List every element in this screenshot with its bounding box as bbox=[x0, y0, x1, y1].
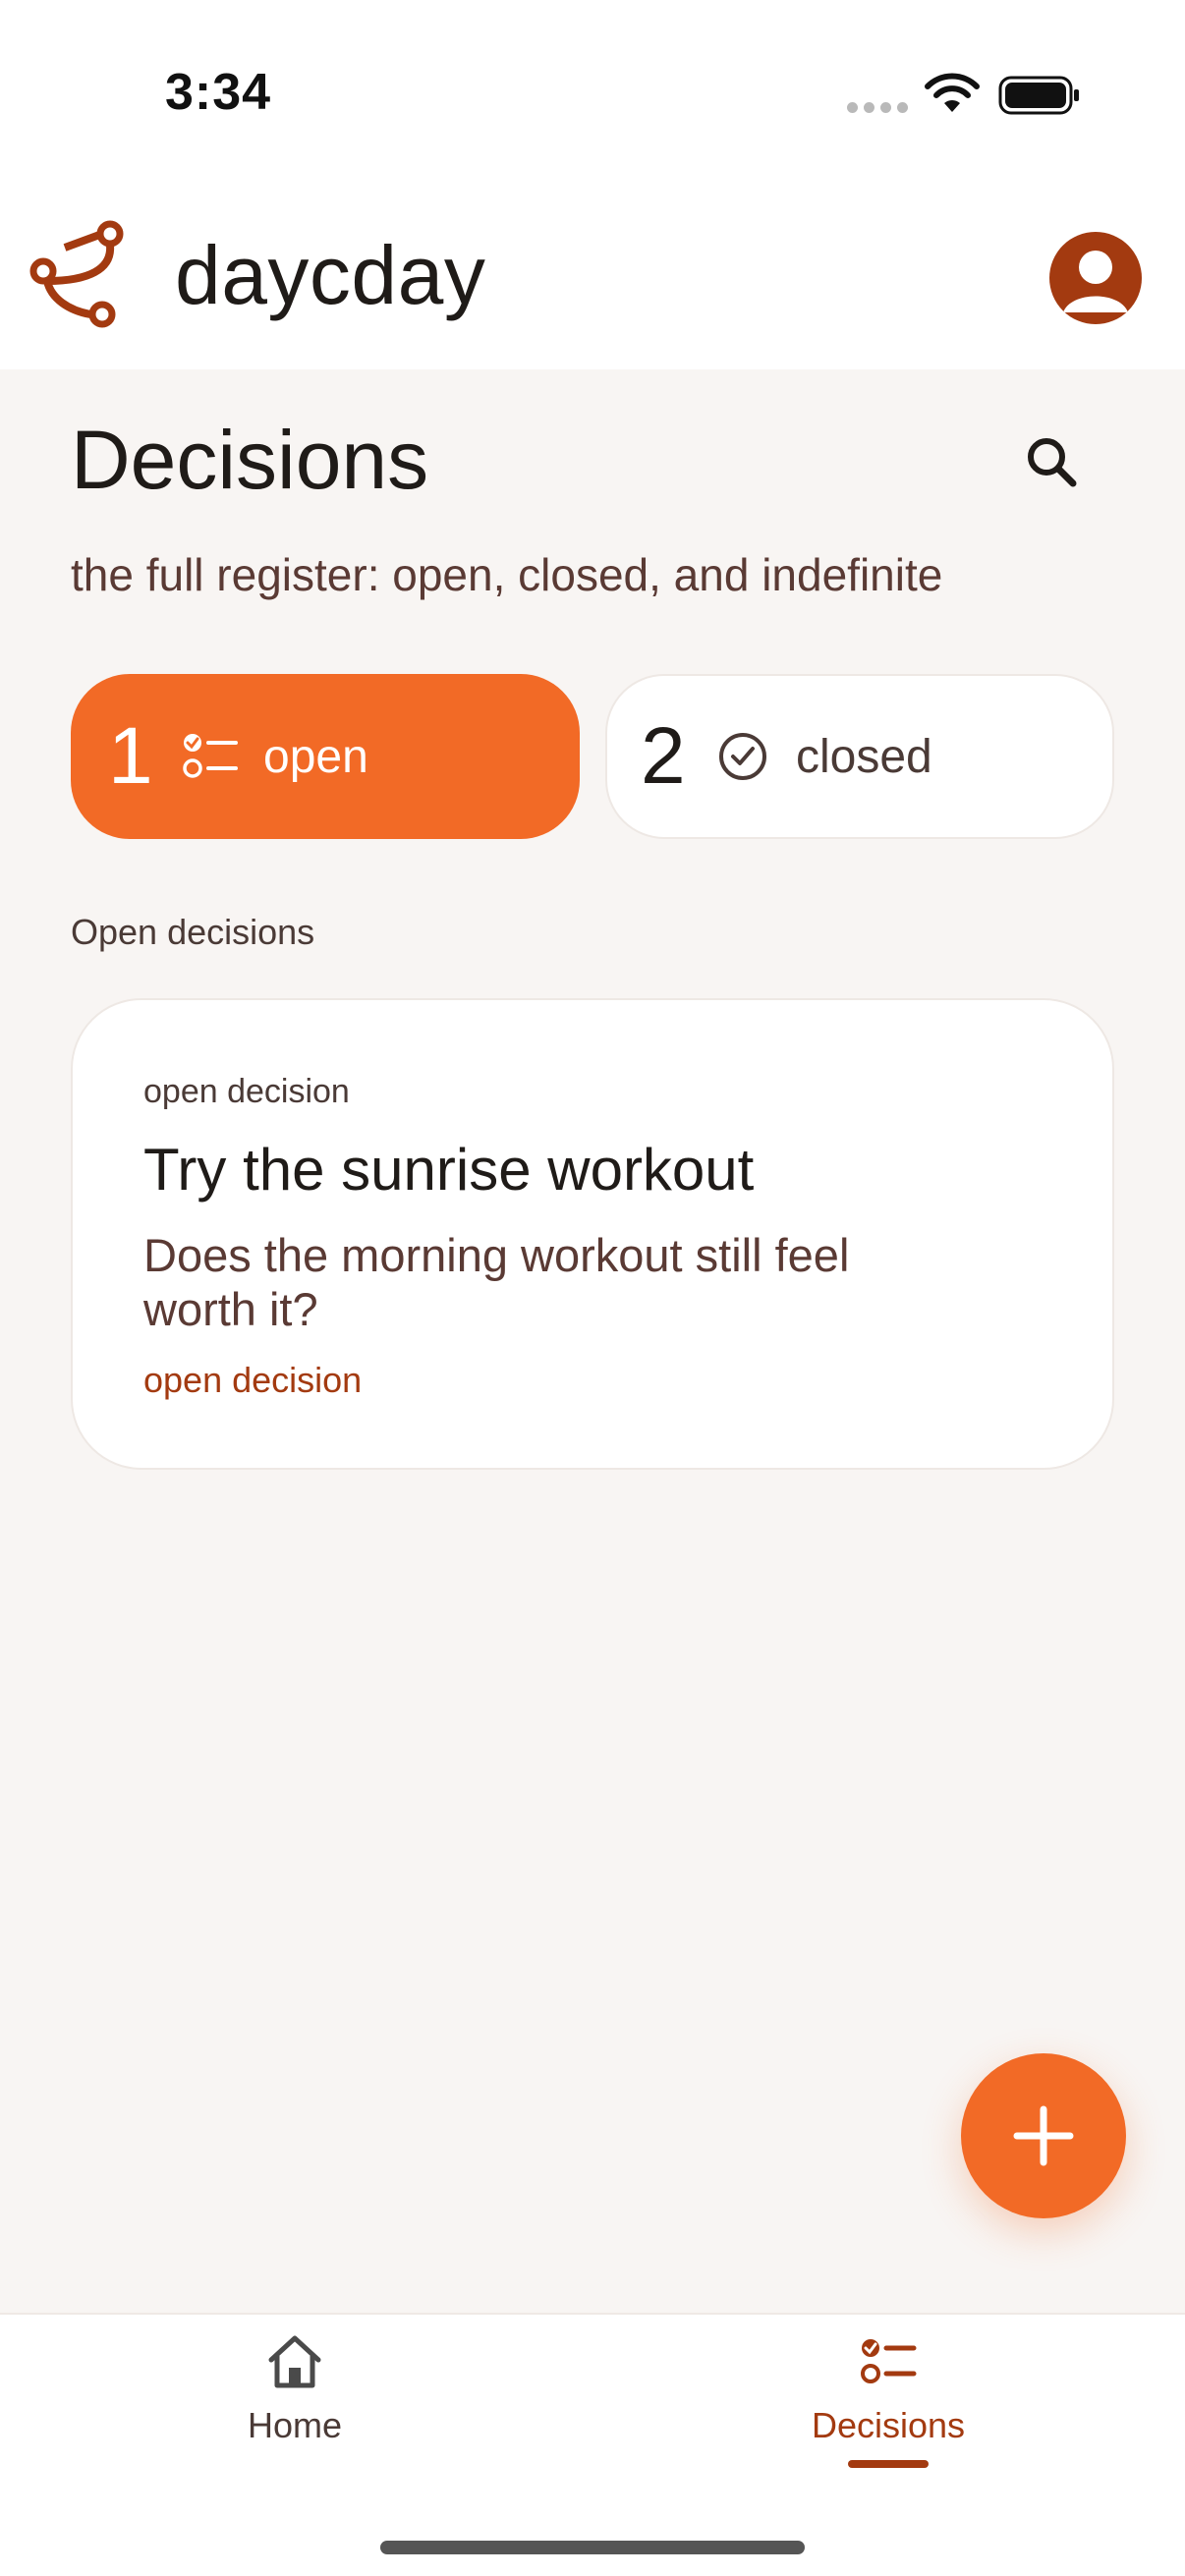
battery-icon bbox=[998, 76, 1079, 115]
card-title: Try the sunrise workout bbox=[143, 1137, 755, 1203]
cellular-signal-icon bbox=[847, 102, 908, 113]
decision-card[interactable]: open decision Try the sunrise workout Do… bbox=[71, 998, 1114, 1470]
app-header: daycday bbox=[0, 187, 1185, 369]
open-count: 1 bbox=[108, 711, 153, 801]
card-status: open decision bbox=[143, 1360, 363, 1400]
status-time: 3:34 bbox=[165, 64, 272, 121]
screen: 3:34 daycday Decisions the full register… bbox=[0, 0, 1185, 2576]
card-eyebrow: open decision bbox=[143, 1073, 350, 1110]
status-bar: 3:34 bbox=[0, 0, 1185, 187]
checklist-icon bbox=[183, 734, 238, 778]
section-label: Open decisions bbox=[71, 912, 315, 952]
closed-count: 2 bbox=[641, 711, 686, 801]
filter-chip-open[interactable]: 1 open bbox=[71, 674, 580, 839]
plus-icon bbox=[1013, 2105, 1074, 2166]
profile-avatar-button[interactable] bbox=[1049, 232, 1142, 324]
active-tab-indicator bbox=[848, 2460, 929, 2468]
logo-icon bbox=[29, 220, 124, 328]
bottom-nav: Home Decisions bbox=[0, 2313, 1185, 2576]
nav-item-home[interactable]: Home bbox=[147, 2315, 442, 2511]
checklist-icon bbox=[861, 2339, 917, 2383]
page-title: Decisions bbox=[71, 414, 429, 506]
nav-item-decisions[interactable]: Decisions bbox=[741, 2315, 1036, 2511]
search-icon bbox=[1028, 438, 1077, 487]
filter-label-closed: closed bbox=[796, 730, 932, 783]
app-title: daycday bbox=[175, 229, 486, 321]
nav-label-decisions: Decisions bbox=[811, 2405, 966, 2445]
page-subtitle: the full register: open, closed, and ind… bbox=[71, 549, 943, 600]
add-decision-button[interactable] bbox=[961, 2053, 1126, 2218]
home-icon bbox=[268, 2335, 321, 2388]
filter-chip-closed[interactable]: 2 closed bbox=[605, 674, 1114, 839]
home-indicator[interactable] bbox=[380, 2541, 805, 2554]
search-button[interactable] bbox=[1012, 422, 1091, 501]
wifi-icon bbox=[925, 73, 980, 112]
card-body: Does the morning workout still feel wort… bbox=[143, 1229, 850, 1335]
user-icon bbox=[1063, 251, 1128, 312]
nav-label-home: Home bbox=[247, 2405, 343, 2445]
check-circle-icon bbox=[719, 733, 766, 780]
filter-label-open: open bbox=[263, 730, 368, 783]
